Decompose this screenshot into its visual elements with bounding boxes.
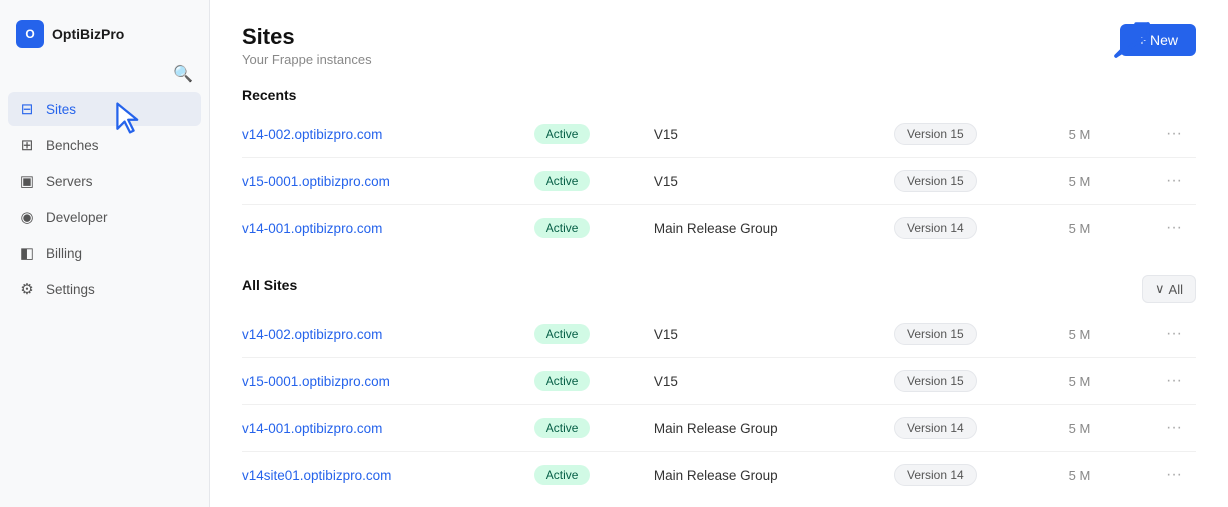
recents-section: Recents v14-002.optibizpro.com Active V1… xyxy=(242,87,1196,251)
servers-icon: ▣ xyxy=(18,172,36,190)
settings-icon: ⚙ xyxy=(18,280,36,298)
all-sites-header: All Sites ∨ All xyxy=(242,275,1196,303)
page-title: Sites xyxy=(242,24,372,50)
status-badge: Active xyxy=(534,371,591,391)
sidebar-label-settings: Settings xyxy=(46,282,95,297)
row-menu-button[interactable]: ··· xyxy=(1160,370,1188,392)
sidebar-label-servers: Servers xyxy=(46,174,93,189)
size-value: 5 M xyxy=(1069,421,1091,436)
size-value: 5 M xyxy=(1069,468,1091,483)
sidebar-label-sites: Sites xyxy=(46,102,76,117)
group-name: Main Release Group xyxy=(646,452,886,499)
billing-icon: ◧ xyxy=(18,244,36,262)
benches-icon: ⊞ xyxy=(18,136,36,154)
row-menu-button[interactable]: ··· xyxy=(1160,123,1188,145)
status-badge: Active xyxy=(534,218,591,238)
group-name: V15 xyxy=(646,111,886,158)
sidebar-item-benches[interactable]: ⊞ Benches xyxy=(8,128,201,162)
site-name[interactable]: v15-0001.optibizpro.com xyxy=(242,174,390,189)
filter-label: All xyxy=(1169,282,1183,297)
status-badge: Active xyxy=(534,465,591,485)
status-badge: Active xyxy=(534,324,591,344)
sidebar-nav: ⊟ Sites ⊞ Benches ▣ Servers ◉ Developer … xyxy=(0,92,209,306)
logo-icon: O xyxy=(16,20,44,48)
group-name: V15 xyxy=(646,311,886,358)
all-sites-title: All Sites xyxy=(242,277,297,293)
main-content: Sites Your Frappe instances + New Recent… xyxy=(210,0,1228,507)
site-name[interactable]: v14-002.optibizpro.com xyxy=(242,127,382,142)
size-value: 5 M xyxy=(1069,127,1091,142)
row-menu-button[interactable]: ··· xyxy=(1160,323,1188,345)
page-title-group: Sites Your Frappe instances xyxy=(242,24,372,67)
all-sites-table: v14-002.optibizpro.com Active V15 Versio… xyxy=(242,311,1196,498)
site-name[interactable]: v15-0001.optibizpro.com xyxy=(242,374,390,389)
developer-icon: ◉ xyxy=(18,208,36,226)
page-header: Sites Your Frappe instances + New xyxy=(242,24,1196,67)
recents-title: Recents xyxy=(242,87,1196,103)
site-name[interactable]: v14-001.optibizpro.com xyxy=(242,221,382,236)
group-name: Main Release Group xyxy=(646,405,886,452)
version-badge: Version 15 xyxy=(894,123,977,145)
search-button[interactable]: 🔍 xyxy=(173,64,193,84)
pointer-decoration-icon xyxy=(1106,14,1158,66)
logo-text: OptiBizPro xyxy=(52,26,124,42)
row-menu-button[interactable]: ··· xyxy=(1160,170,1188,192)
sidebar-label-benches: Benches xyxy=(46,138,99,153)
version-badge: Version 15 xyxy=(894,170,977,192)
sidebar: O OptiBizPro 🔍 ⊟ Sites ⊞ Benches ▣ Serve… xyxy=(0,0,210,507)
group-name: Main Release Group xyxy=(646,205,886,252)
recents-table: v14-002.optibizpro.com Active V15 Versio… xyxy=(242,111,1196,251)
page-subtitle: Your Frappe instances xyxy=(242,52,372,67)
sites-icon: ⊟ xyxy=(18,100,36,118)
size-value: 5 M xyxy=(1069,374,1091,389)
sidebar-logo: O OptiBizPro xyxy=(0,12,209,64)
site-name[interactable]: v14-002.optibizpro.com xyxy=(242,327,382,342)
version-badge: Version 14 xyxy=(894,217,977,239)
sidebar-item-sites[interactable]: ⊟ Sites xyxy=(8,92,201,126)
sidebar-item-developer[interactable]: ◉ Developer xyxy=(8,200,201,234)
site-name[interactable]: v14site01.optibizpro.com xyxy=(242,468,391,483)
all-sites-section: All Sites ∨ All v14-002.optibizpro.com A… xyxy=(242,275,1196,498)
version-badge: Version 15 xyxy=(894,370,977,392)
version-badge: Version 14 xyxy=(894,464,977,486)
sidebar-search-area: 🔍 xyxy=(0,64,209,92)
table-row: v15-0001.optibizpro.com Active V15 Versi… xyxy=(242,158,1196,205)
table-row: v15-0001.optibizpro.com Active V15 Versi… xyxy=(242,358,1196,405)
site-name[interactable]: v14-001.optibizpro.com xyxy=(242,421,382,436)
table-row: v14-002.optibizpro.com Active V15 Versio… xyxy=(242,311,1196,358)
group-name: V15 xyxy=(646,358,886,405)
chevron-down-icon: ∨ xyxy=(1155,281,1165,297)
row-menu-button[interactable]: ··· xyxy=(1160,217,1188,239)
size-value: 5 M xyxy=(1069,174,1091,189)
sidebar-label-developer: Developer xyxy=(46,210,108,225)
group-name: V15 xyxy=(646,158,886,205)
filter-button[interactable]: ∨ All xyxy=(1142,275,1196,303)
table-row: v14-002.optibizpro.com Active V15 Versio… xyxy=(242,111,1196,158)
table-row: v14-001.optibizpro.com Active Main Relea… xyxy=(242,405,1196,452)
table-row: v14-001.optibizpro.com Active Main Relea… xyxy=(242,205,1196,252)
sidebar-label-billing: Billing xyxy=(46,246,82,261)
row-menu-button[interactable]: ··· xyxy=(1160,417,1188,439)
version-badge: Version 15 xyxy=(894,323,977,345)
status-badge: Active xyxy=(534,418,591,438)
status-badge: Active xyxy=(534,124,591,144)
table-row: v14site01.optibizpro.com Active Main Rel… xyxy=(242,452,1196,499)
row-menu-button[interactable]: ··· xyxy=(1160,464,1188,486)
version-badge: Version 14 xyxy=(894,417,977,439)
sidebar-item-servers[interactable]: ▣ Servers xyxy=(8,164,201,198)
size-value: 5 M xyxy=(1069,327,1091,342)
sidebar-item-billing[interactable]: ◧ Billing xyxy=(8,236,201,270)
sidebar-item-settings[interactable]: ⚙ Settings xyxy=(8,272,201,306)
size-value: 5 M xyxy=(1069,221,1091,236)
status-badge: Active xyxy=(534,171,591,191)
